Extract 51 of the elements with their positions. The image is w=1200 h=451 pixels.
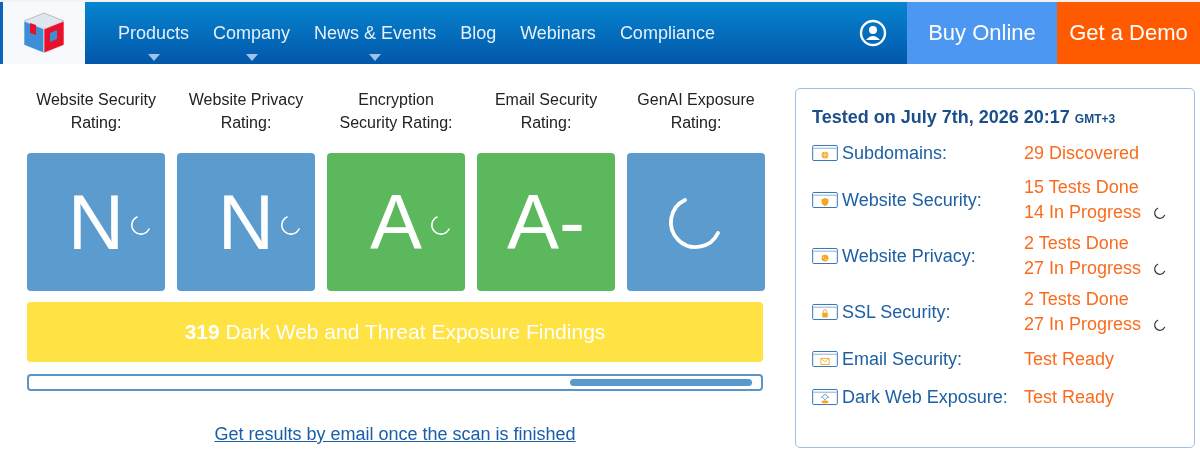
spinner-icon [1153, 261, 1168, 276]
status-text: Test Ready [1024, 347, 1115, 371]
timezone-label: GMT+3 [1074, 112, 1116, 126]
status-text: Test Ready [1024, 385, 1115, 409]
nav-link[interactable]: Company [201, 2, 303, 64]
category-label: Email Security: [842, 348, 964, 370]
nav-link[interactable]: News & Events [302, 2, 449, 64]
category-label: Dark Web Exposure: [842, 386, 1009, 408]
rating-label: Website Privacy Rating: [187, 90, 305, 133]
rating-label: Encryption Security Rating: [338, 90, 454, 133]
spinner-icon [279, 213, 303, 237]
status-text: 14 In Progress [1024, 201, 1142, 224]
status-text: 2 Tests Done [1024, 232, 1129, 255]
rating-tile: A [327, 153, 465, 291]
rating-label: GenAI Exposure Rating: [636, 90, 756, 133]
padlock-window-icon [812, 301, 838, 323]
rating-tile: N [27, 153, 165, 291]
globe-window-icon [812, 142, 838, 164]
rating-label: Email Security Rating: [493, 90, 599, 133]
nav-link[interactable]: Webinars [508, 2, 608, 64]
status-text: 15 Tests Done [1024, 176, 1139, 199]
status-text: 27 In Progress [1024, 257, 1142, 280]
shield-window-icon [812, 189, 838, 211]
buy-online-button[interactable]: Buy Online [907, 2, 1057, 64]
rating-label: Website Security Rating: [35, 90, 157, 133]
rating-tile: N [177, 153, 315, 291]
test-date: Tested on July 7th, 2026 20:17 [812, 107, 1070, 127]
caret-icon [369, 54, 382, 61]
nav-link[interactable]: Blog [448, 2, 509, 64]
spider-web-window-icon [812, 386, 838, 408]
email-results-link[interactable]: Get results by email once the scan is finished [27, 424, 763, 445]
caret-icon [245, 54, 258, 61]
envelope-window-icon [812, 348, 838, 370]
category-label: Subdomains: [842, 142, 949, 164]
nav-link[interactable]: Products [106, 2, 202, 64]
spinner-icon [429, 213, 453, 237]
user-icon[interactable] [859, 19, 887, 47]
rating-tile: A- [477, 153, 615, 291]
category-label: SSL Security: [842, 301, 952, 323]
spinner-icon [1153, 205, 1168, 220]
spinner-icon [1153, 317, 1168, 332]
status-text: 2 Tests Done [1024, 288, 1129, 311]
category-label: Website Privacy: [842, 245, 977, 267]
spinner-icon [129, 213, 153, 237]
cookie-window-icon [812, 245, 838, 267]
caret-icon [147, 54, 160, 61]
category-label: Website Security: [842, 189, 983, 211]
status-text: 29 Discovered [1024, 141, 1140, 165]
get-demo-button[interactable]: Get a Demo [1057, 2, 1200, 64]
nav-link[interactable]: Compliance [607, 2, 727, 64]
status-text: 27 In Progress [1024, 313, 1142, 336]
